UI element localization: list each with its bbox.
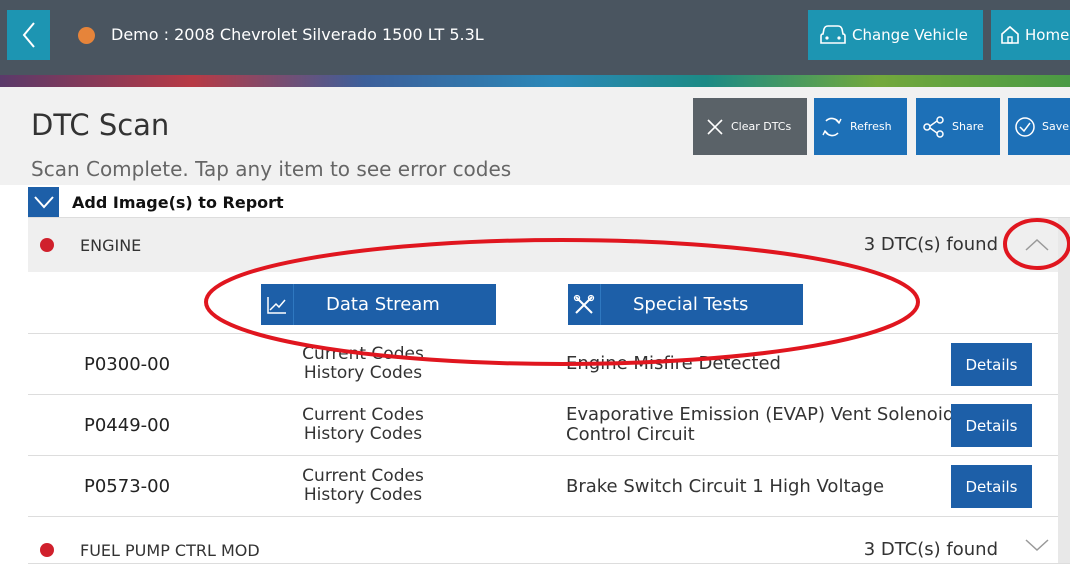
dtc-count: 3 DTC(s) found bbox=[863, 234, 998, 255]
tools-row: Data Stream Special Tests bbox=[28, 272, 1070, 334]
special-tests-button[interactable]: Special Tests bbox=[568, 284, 803, 325]
special-tests-label: Special Tests bbox=[633, 294, 749, 315]
dtc-row[interactable]: P0573-00 Current Codes History Codes Brak… bbox=[28, 456, 1070, 517]
car-icon bbox=[820, 25, 846, 44]
module-name: ENGINE bbox=[80, 236, 142, 255]
error-icon bbox=[40, 543, 54, 557]
vehicle-title: Demo : 2008 Chevrolet Silverado 1500 LT … bbox=[111, 25, 484, 44]
back-button[interactable] bbox=[7, 10, 50, 60]
dtc-status: Current Codes History Codes bbox=[278, 406, 448, 444]
expand-toggle[interactable] bbox=[1022, 535, 1052, 555]
share-icon bbox=[923, 115, 944, 138]
chevron-down-icon bbox=[33, 196, 54, 209]
page-title: DTC Scan bbox=[31, 108, 170, 142]
add-image-toggle[interactable] bbox=[28, 187, 59, 217]
dtc-code: P0300-00 bbox=[84, 354, 171, 375]
details-button[interactable]: Details bbox=[951, 465, 1032, 508]
add-image-row[interactable]: Add Image(s) to Report bbox=[28, 187, 1070, 218]
error-icon bbox=[40, 238, 54, 252]
dtc-row[interactable]: P0449-00 Current Codes History Codes Evap… bbox=[28, 395, 1070, 456]
home-label: Home bbox=[1025, 26, 1070, 44]
dtc-code: P0573-00 bbox=[84, 476, 171, 497]
share-label: Share bbox=[952, 120, 984, 133]
vehicle-status-dot bbox=[78, 27, 95, 44]
refresh-button[interactable]: Refresh bbox=[814, 98, 907, 155]
add-image-label: Add Image(s) to Report bbox=[72, 193, 284, 212]
dtc-status: Current Codes History Codes bbox=[278, 467, 448, 505]
chevron-left-icon bbox=[22, 22, 35, 48]
module-row-engine[interactable]: ENGINE 3 DTC(s) found bbox=[28, 218, 1070, 273]
home-icon bbox=[1001, 25, 1019, 44]
dtc-description: Evaporative Emission (EVAP) Vent Solenoi… bbox=[566, 404, 955, 445]
current-codes-label: Current Codes bbox=[302, 405, 424, 425]
change-vehicle-button[interactable]: Change Vehicle bbox=[808, 10, 983, 60]
close-icon bbox=[707, 118, 723, 135]
save-button[interactable]: Save bbox=[1008, 98, 1070, 155]
change-vehicle-label: Change Vehicle bbox=[852, 26, 968, 44]
tools-icon bbox=[568, 284, 601, 325]
data-stream-button[interactable]: Data Stream bbox=[261, 284, 496, 325]
current-codes-label: Current Codes bbox=[302, 466, 424, 486]
chart-line-icon bbox=[261, 284, 294, 325]
current-codes-label: Current Codes bbox=[302, 344, 424, 364]
refresh-label: Refresh bbox=[850, 120, 892, 133]
check-circle-icon bbox=[1015, 116, 1035, 137]
dtc-row[interactable]: P0300-00 Current Codes History Codes Engi… bbox=[28, 334, 1070, 395]
details-button[interactable]: Details bbox=[951, 343, 1032, 386]
chevron-down-icon bbox=[1025, 539, 1049, 552]
brand-color-strip bbox=[0, 75, 1070, 87]
chevron-up-icon bbox=[1025, 238, 1049, 251]
dtc-status: Current Codes History Codes bbox=[278, 345, 448, 383]
module-name: FUEL PUMP CTRL MOD bbox=[80, 541, 260, 560]
dtc-description: Brake Switch Circuit 1 High Voltage bbox=[566, 476, 885, 497]
refresh-icon bbox=[822, 117, 842, 136]
collapse-toggle[interactable] bbox=[1022, 235, 1052, 255]
details-button[interactable]: Details bbox=[951, 404, 1032, 447]
share-button[interactable]: Share bbox=[916, 98, 1000, 155]
data-stream-label: Data Stream bbox=[326, 294, 440, 315]
history-codes-label: History Codes bbox=[303, 424, 423, 444]
home-button[interactable]: Home bbox=[991, 10, 1070, 60]
scrollbar[interactable] bbox=[1058, 218, 1070, 563]
dtc-code: P0449-00 bbox=[84, 415, 171, 436]
save-label: Save bbox=[1042, 120, 1070, 133]
dtc-description: Engine Misfire Detected bbox=[566, 353, 781, 374]
clear-dtcs-button[interactable]: Clear DTCs bbox=[693, 98, 807, 155]
dtc-count: 3 DTC(s) found bbox=[863, 539, 998, 560]
history-codes-label: History Codes bbox=[303, 363, 423, 383]
page-subtitle: Scan Complete. Tap any item to see error… bbox=[31, 157, 512, 181]
history-codes-label: History Codes bbox=[303, 485, 423, 505]
clear-dtcs-label: Clear DTCs bbox=[731, 120, 792, 133]
module-row-fuel-pump[interactable]: FUEL PUMP CTRL MOD 3 DTC(s) found bbox=[28, 522, 1070, 564]
